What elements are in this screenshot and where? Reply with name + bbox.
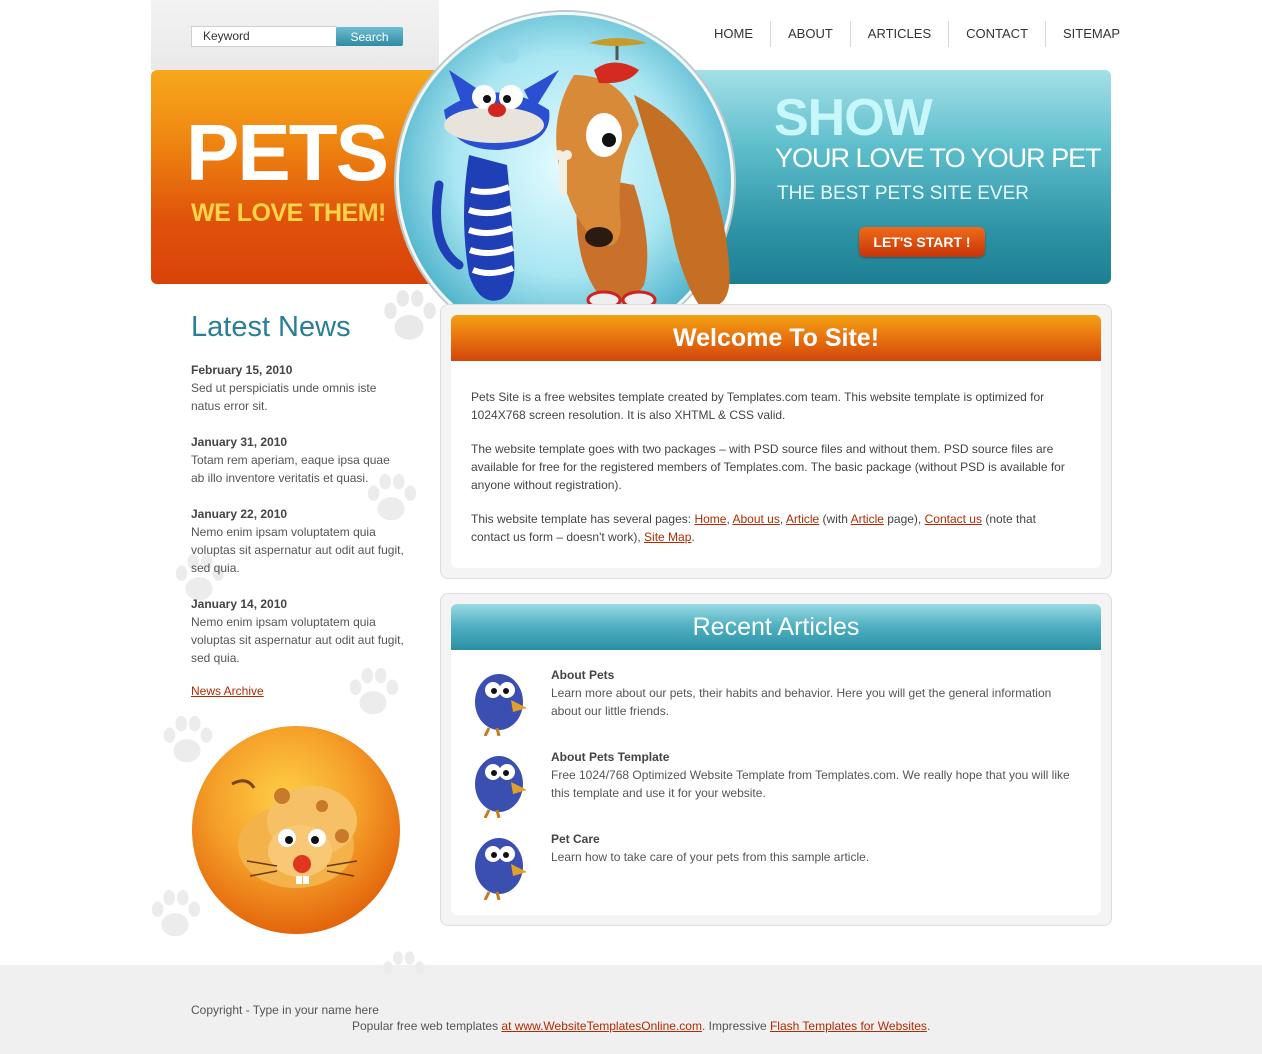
news-date: February 15, 2010 — [191, 363, 293, 377]
nav-sitemap[interactable]: SITEMAP — [1045, 21, 1137, 47]
paw-print-icon — [383, 951, 425, 975]
text: This website template has several pages: — [471, 512, 695, 526]
link-about-us[interactable]: About us — [732, 512, 779, 526]
link-site-map[interactable]: Site Map — [644, 530, 691, 544]
article-title[interactable]: About Pets Template — [551, 748, 669, 766]
link-home[interactable]: Home — [694, 512, 726, 526]
text: Popular free web templates — [352, 1019, 502, 1033]
news-item: January 31, 2010 Totam rem aperiam, eaqu… — [191, 433, 406, 487]
cat-and-dog-icon — [429, 38, 730, 310]
footer-link-flash-templates[interactable]: Flash Templates for Websites — [770, 1019, 927, 1033]
news-text: Nemo enim ipsam voluptatem quia voluptas… — [191, 615, 404, 665]
hamster-illustration — [192, 726, 400, 934]
paw-print-icon — [349, 667, 399, 715]
nav-contact[interactable]: CONTACT — [948, 21, 1045, 47]
footer-copyright: Copyright - Type in your name here — [191, 1003, 379, 1017]
lets-start-button[interactable]: LET'S START ! — [859, 227, 985, 257]
news-text: Sed ut perspiciatis unde omnis iste natu… — [191, 381, 377, 413]
link-article[interactable]: Article — [786, 512, 819, 526]
hero-tagline: THE BEST PETS SITE EVER — [777, 183, 1029, 204]
link-contact-us[interactable]: Contact us — [925, 512, 982, 526]
article-item: Pet Care Learn how to take care of your … — [471, 830, 1081, 904]
news-text: Totam rem aperiam, eaque ipsa quae ab il… — [191, 453, 390, 485]
blue-bird-icon — [475, 756, 527, 818]
welcome-title: Welcome To Site! — [451, 315, 1101, 361]
footer-credits: Popular free web templates at www.Websit… — [352, 1018, 930, 1034]
text: . — [691, 530, 695, 544]
welcome-paragraph-2: The website template goes with two packa… — [471, 442, 1065, 492]
text: page), — [883, 512, 925, 526]
text: . — [926, 1019, 931, 1033]
text: (with — [819, 512, 851, 526]
welcome-box-inner: Welcome To Site! Pets Site is a free web… — [451, 315, 1101, 568]
article-item: About Pets Template Free 1024/768 Optimi… — [471, 748, 1081, 822]
news-date: January 31, 2010 — [191, 435, 288, 449]
article-item: About Pets Learn more about our pets, th… — [471, 666, 1081, 740]
brand-tagline: WE LOVE THEM! — [191, 199, 386, 227]
search-button[interactable]: Search — [336, 27, 403, 46]
welcome-paragraph-3: This website template has several pages:… — [471, 510, 1071, 546]
main-nav: HOME ABOUT ARTICLES CONTACT SITEMAP — [697, 21, 1137, 47]
welcome-paragraph-1: Pets Site is a free websites template cr… — [471, 390, 1045, 422]
recent-articles-inner: Recent Articles About Pets Learn more ab… — [451, 604, 1101, 915]
search-input[interactable]: Keyword — [191, 26, 337, 47]
article-title[interactable]: Pet Care — [551, 830, 600, 848]
link-article-page[interactable]: Article — [851, 512, 884, 526]
latest-news-title: Latest News — [191, 311, 351, 343]
welcome-box: Welcome To Site! Pets Site is a free web… — [440, 304, 1112, 579]
text: . Impressive — [701, 1019, 770, 1033]
hero-pets-illustration — [396, 12, 734, 350]
news-archive-link[interactable]: News Archive — [191, 684, 264, 698]
footer-link-website-templates[interactable]: at www.WebsiteTemplatesOnline.com — [501, 1019, 702, 1033]
news-text: Nemo enim ipsam voluptatem quia voluptas… — [191, 525, 404, 575]
footer — [0, 965, 1262, 1054]
news-item: January 14, 2010 Nemo enim ipsam volupta… — [191, 595, 406, 667]
brand-title: PETS — [186, 108, 389, 197]
news-date: January 22, 2010 — [191, 507, 288, 521]
news-item: February 15, 2010 Sed ut perspiciatis un… — [191, 361, 406, 415]
article-text: Free 1024/768 Optimized Website Template… — [551, 768, 1070, 800]
blue-bird-icon — [475, 674, 527, 736]
hero-subheadline: YOUR LOVE TO YOUR PET — [775, 143, 1102, 173]
search-zone: Keyword Search — [151, 0, 439, 70]
hero-headline: SHOW — [774, 89, 933, 147]
news-date: January 14, 2010 — [191, 597, 288, 611]
recent-articles-title: Recent Articles — [451, 604, 1101, 650]
article-text: Learn how to take care of your pets from… — [551, 850, 870, 864]
recent-articles-box: Recent Articles About Pets Learn more ab… — [440, 593, 1112, 926]
article-text: Learn more about our pets, their habits … — [551, 686, 1052, 718]
nav-about[interactable]: ABOUT — [770, 21, 850, 47]
news-item: January 22, 2010 Nemo enim ipsam volupta… — [191, 505, 406, 577]
article-title[interactable]: About Pets — [551, 666, 614, 684]
hamster-icon — [231, 779, 358, 888]
blue-bird-icon — [475, 838, 527, 900]
nav-articles[interactable]: ARTICLES — [849, 21, 948, 47]
